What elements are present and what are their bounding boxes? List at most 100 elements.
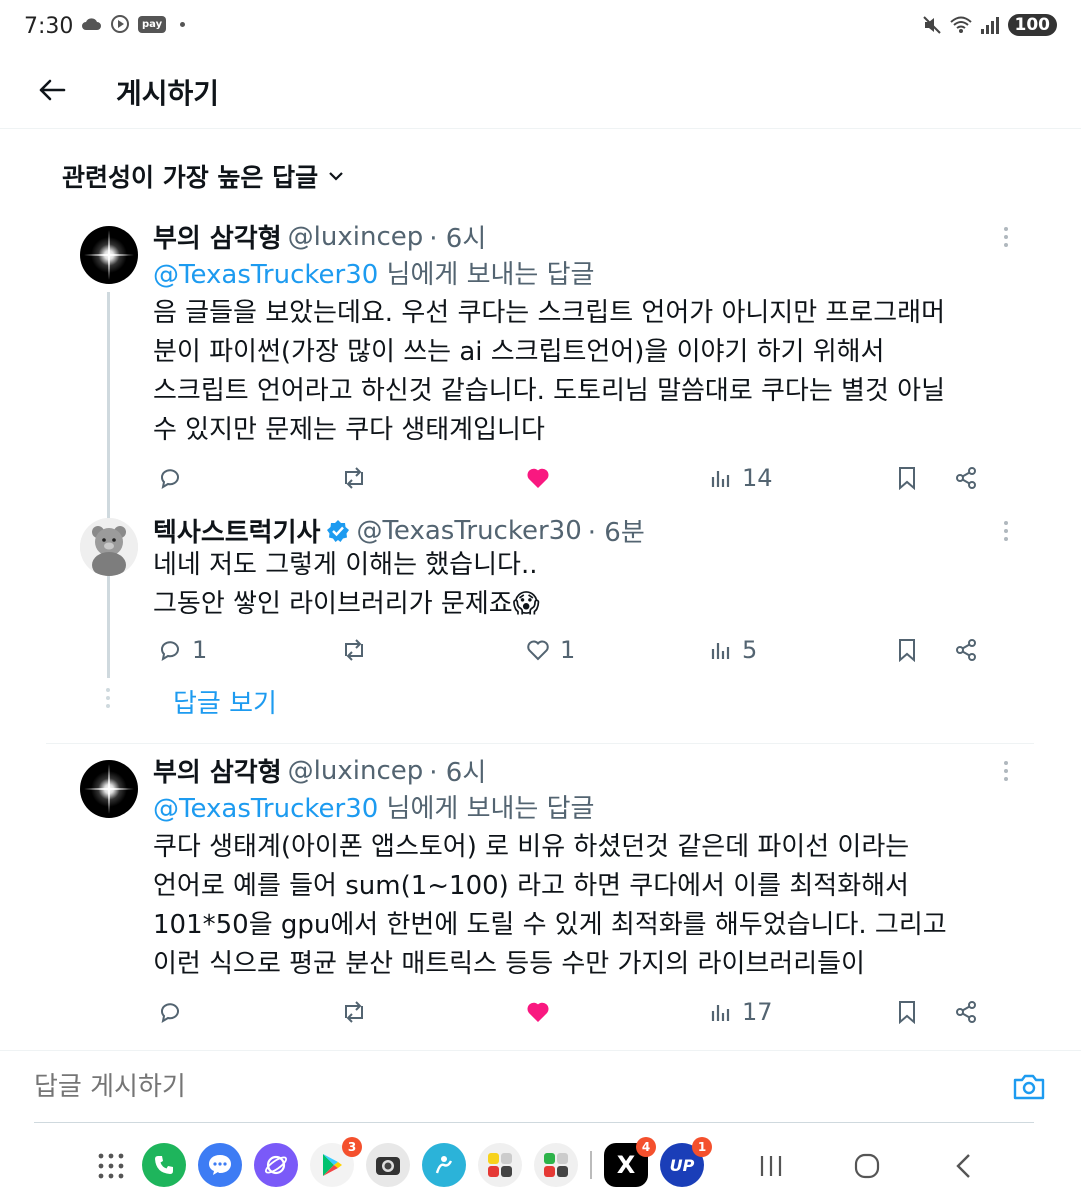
views-icon [711, 471, 730, 487]
views-count: 17 [742, 998, 773, 1026]
more-vertical-icon[interactable] [996, 516, 1016, 546]
tweet-actions: 14 [150, 460, 990, 496]
tweet-author-line: 부의 삼각형 @luxincep · 6시 [153, 218, 486, 255]
heart-icon [527, 640, 549, 661]
views-count: 5 [742, 636, 758, 664]
battery-indicator: 100 [1007, 14, 1057, 36]
avatar[interactable] [80, 518, 138, 576]
reply-suffix: 님에게 보내는 답글 [378, 260, 595, 290]
tweet-text-line: 스크립트 언어라고 하신것 같습니다. 도토리님 말씀대로 쿠다는 별것 아닐 [153, 376, 945, 406]
tweet-text-line: 101*50을 gpu에서 한번에 도릴 수 있게 최적화를 해두었습니다. 그… [153, 910, 947, 940]
reply-icon [161, 469, 179, 490]
bookmark-button[interactable] [896, 460, 918, 496]
bixby-app[interactable] [422, 1143, 466, 1187]
tweet-actions: 17 [150, 994, 990, 1030]
retweet-button[interactable] [340, 632, 378, 668]
user-handle[interactable]: @luxincep [288, 222, 424, 252]
tweet-text: 네네 저도 그렇게 이해는 했습니다.. 그동안 쌓인 라이브러리가 문제죠😱 [153, 546, 983, 624]
user-handle[interactable]: @luxincep [288, 756, 424, 786]
reply-button[interactable] [158, 994, 192, 1030]
app-folder-2[interactable] [534, 1143, 578, 1187]
mention-link[interactable]: @TexasTrucker30 [153, 794, 378, 824]
tweet-divider [46, 743, 1034, 744]
recent-apps-button[interactable] [754, 1149, 788, 1183]
phone-icon [155, 1156, 173, 1174]
mention-link[interactable]: @TexasTrucker30 [153, 260, 378, 290]
user-handle[interactable]: @TexasTrucker30 [356, 516, 581, 546]
composer-underline [34, 1122, 1034, 1123]
avatar[interactable] [80, 226, 138, 284]
home-button[interactable] [850, 1149, 884, 1183]
app-folder-1[interactable] [478, 1143, 522, 1187]
app-grid-icon [98, 1153, 124, 1179]
reply-composer-input[interactable] [34, 1072, 934, 1102]
x-logo-icon: X [616, 1151, 636, 1179]
share-button[interactable] [954, 632, 978, 668]
arrow-left-icon [39, 79, 66, 101]
more-vertical-icon[interactable] [996, 222, 1016, 252]
home-icon [854, 1153, 880, 1179]
views-icon [711, 643, 730, 659]
chevron-down-icon [329, 172, 343, 181]
tweet-time: · 6분 [587, 518, 645, 548]
bear-avatar-icon [80, 518, 138, 576]
share-icon [956, 467, 976, 489]
notification-badge: 4 [636, 1137, 656, 1157]
app-drawer-button[interactable] [94, 1149, 128, 1183]
thread-continuation-dots [106, 688, 110, 708]
reply-sort-dropdown[interactable]: 관련성이 가장 높은 답글 [62, 158, 344, 194]
like-button[interactable] [526, 460, 560, 496]
planet-icon [265, 1155, 287, 1175]
tweet-actions: 1 1 5 [150, 632, 990, 668]
views-button[interactable]: 17 [710, 994, 773, 1030]
like-button[interactable] [526, 994, 560, 1030]
views-button[interactable]: 5 [710, 632, 757, 668]
mute-vibrate-icon [922, 16, 941, 34]
heart-icon [527, 1002, 549, 1023]
play-store-app[interactable]: 3 [310, 1137, 362, 1187]
bookmark-button[interactable] [896, 994, 918, 1030]
internet-app[interactable] [254, 1143, 298, 1187]
bookmark-icon [899, 1001, 915, 1024]
tweet-text: 음 글들을 보았는데요. 우선 쿠다는 스크립트 언어가 아니지만 프로그래머 … [153, 294, 983, 450]
share-icon [956, 639, 976, 661]
back-button[interactable] [34, 72, 70, 108]
display-name[interactable]: 텍사스트럭기사 [153, 512, 320, 549]
display-name[interactable]: 부의 삼각형 [153, 218, 282, 255]
like-button[interactable]: 1 [526, 632, 575, 668]
x-app[interactable]: X 4 [604, 1137, 656, 1187]
messages-app[interactable] [198, 1143, 242, 1187]
camera-button[interactable] [1012, 1072, 1048, 1108]
like-count: 1 [560, 636, 576, 664]
reply-button[interactable]: 1 [158, 632, 207, 668]
upbit-app[interactable]: UP 1 [660, 1137, 712, 1187]
composer-divider [0, 1050, 1081, 1051]
more-vertical-icon[interactable] [996, 756, 1016, 786]
retweet-icon [345, 639, 363, 661]
views-button[interactable]: 14 [710, 460, 773, 496]
tweet-text-line: 이런 식으로 평균 분산 매트릭스 등등 수만 가지의 라이브러리들이 [153, 949, 865, 979]
share-button[interactable] [954, 460, 978, 496]
bookmark-button[interactable] [896, 632, 918, 668]
nav-back-button[interactable] [946, 1149, 980, 1183]
folder-grid-icon [488, 1153, 512, 1177]
show-replies-link[interactable]: 답글 보기 [173, 683, 277, 720]
retweet-button[interactable] [340, 994, 378, 1030]
display-name[interactable]: 부의 삼각형 [153, 752, 282, 789]
tweet-text-line: 네네 저도 그렇게 이해는 했습니다.. [153, 550, 538, 580]
reply-count: 1 [192, 636, 208, 664]
tweet-text-line: 언어로 예를 들어 sum(1~100) 라고 하면 쿠다에서 이를 최적화해서 [153, 871, 909, 901]
phone-app[interactable] [142, 1143, 186, 1187]
tweet-text-line: 쿠다 생태계(아이폰 앱스토어) 로 비유 하셨던것 같은데 파이선 이라는 [153, 832, 910, 862]
camera-app[interactable] [366, 1143, 410, 1187]
tweet-author-line: 부의 삼각형 @luxincep · 6시 [153, 752, 486, 789]
avatar[interactable] [80, 760, 138, 818]
share-button[interactable] [954, 994, 978, 1030]
reply-button[interactable] [158, 460, 192, 496]
views-count: 14 [742, 464, 773, 492]
starburst-avatar-icon [80, 760, 138, 818]
taskbar-separator [590, 1151, 592, 1179]
retweet-button[interactable] [340, 460, 378, 496]
bookmark-icon [899, 467, 915, 490]
sort-label: 관련성이 가장 높은 답글 [62, 163, 319, 192]
